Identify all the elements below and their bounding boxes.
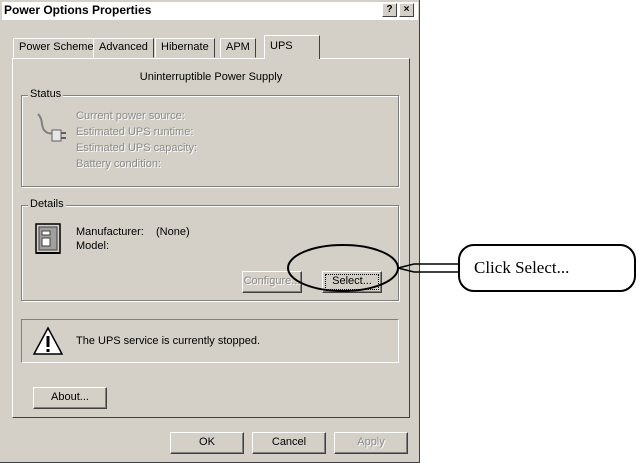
annotation-overlay [287, 244, 458, 292]
callout-pointer [397, 263, 458, 273]
callout-bubble: Click Select... [458, 244, 636, 292]
highlight-ellipse [287, 244, 399, 292]
callout-text: Click Select... [474, 258, 570, 277]
